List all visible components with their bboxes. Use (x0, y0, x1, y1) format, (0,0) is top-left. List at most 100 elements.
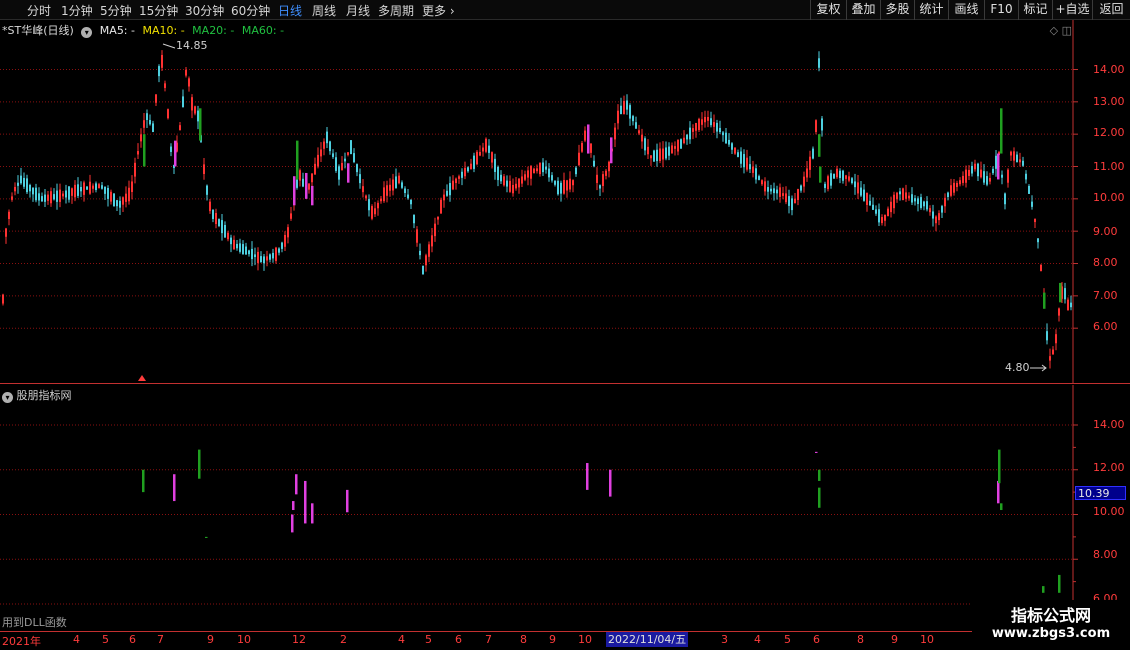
candle-body (914, 198, 916, 202)
x-tick-label: 6 (455, 633, 462, 646)
candle-body (113, 193, 115, 207)
period-tab-60min[interactable]: 60分钟 (231, 2, 270, 19)
candle-body (902, 188, 904, 201)
candle-body (557, 180, 559, 195)
candle-body (764, 181, 766, 192)
candle-body (806, 168, 808, 178)
x-tick-label: 9 (549, 633, 556, 646)
f10-button[interactable]: F10 (984, 0, 1018, 20)
candle-body (779, 187, 781, 197)
candle-body (257, 251, 259, 263)
candle-body (659, 148, 661, 161)
candle-body (776, 189, 778, 194)
multi-stock-button[interactable]: 多股 (880, 0, 914, 20)
candle-body (416, 229, 418, 243)
candle-body (140, 134, 142, 142)
candle-body (947, 192, 949, 198)
candle-body (170, 146, 172, 152)
candle-body (329, 141, 331, 152)
candle-body (782, 193, 784, 196)
period-tab-more[interactable]: 更多 › (422, 2, 455, 19)
candle-body (644, 138, 646, 151)
candle-body (575, 167, 577, 175)
candle-body (860, 187, 862, 196)
candle-body (962, 175, 964, 183)
ind-y-tick-label: 12.00 (1093, 461, 1125, 474)
candle-body (512, 184, 514, 194)
overlay-button[interactable]: 叠加 (846, 0, 880, 20)
period-tab-monthly[interactable]: 月线 (346, 2, 370, 19)
candle-body (284, 234, 286, 247)
candle-body (53, 194, 55, 200)
period-tab-30min[interactable]: 30分钟 (185, 2, 224, 19)
candle-body (851, 178, 853, 184)
period-tab-5min[interactable]: 5分钟 (100, 2, 132, 19)
period-tab-fenshi[interactable]: 分时 (27, 2, 51, 19)
candle-body (1067, 299, 1069, 311)
candle-body (476, 151, 478, 165)
main-kline-chart[interactable]: *ST华峰(日线) ▾ MA5: - MA10: - MA20: - MA60:… (0, 20, 1130, 384)
x-tick-label: 4 (73, 633, 80, 646)
candle-body (1058, 308, 1060, 316)
chart-layout-controls[interactable]: ◇ ◫ (1050, 24, 1072, 37)
candle-body (8, 211, 10, 219)
candle-body (116, 200, 118, 207)
candle-body (596, 174, 598, 183)
candle-body (701, 119, 703, 125)
candle-body (992, 168, 994, 174)
signal-bar (347, 163, 350, 183)
candle-body (695, 122, 697, 131)
candle-body (254, 254, 256, 258)
restore-rights-button[interactable]: 复权 (810, 0, 846, 20)
statistics-button[interactable]: 统计 (914, 0, 948, 20)
candle-body (350, 140, 352, 155)
indicator-chart[interactable]: ▾ 股朋指标网 14.00 12.00 10.00 8.00 6.00 用到DL… (0, 385, 1130, 630)
candle-body (986, 176, 988, 185)
candle-body (737, 152, 739, 157)
candle-body (17, 182, 19, 186)
candle-body (812, 148, 814, 159)
candle-body (251, 248, 253, 260)
y-tick-label: 11.00 (1093, 160, 1125, 173)
candle-body (362, 186, 364, 193)
main-chart-header: *ST华峰(日线) ▾ MA5: - MA10: - MA20: - MA60:… (2, 22, 288, 38)
candle-body (425, 255, 427, 266)
x-tick-label: 8 (520, 633, 527, 646)
candle-body (950, 185, 952, 196)
period-tab-1min[interactable]: 1分钟 (61, 2, 93, 19)
signal-bar (610, 137, 613, 164)
candle-body (734, 147, 736, 154)
candle-body (980, 169, 982, 178)
candle-body (722, 132, 724, 136)
candle-body (563, 179, 565, 194)
x-tick-label: 9 (891, 633, 898, 646)
chevron-down-icon[interactable]: ▾ (2, 392, 13, 403)
draw-line-button[interactable]: 画线 (948, 0, 984, 20)
mark-button[interactable]: 标记 (1018, 0, 1052, 20)
period-tab-multi[interactable]: 多周期 (378, 2, 414, 19)
candle-body (752, 166, 754, 173)
signal-bar (296, 140, 299, 180)
candle-body (686, 134, 688, 140)
candle-body (995, 155, 997, 169)
candle-body (2, 294, 4, 304)
candle-body (662, 148, 664, 160)
ma5-label: MA5: - (99, 24, 135, 37)
candle-body (692, 128, 694, 132)
candle-body (1049, 356, 1051, 361)
period-tab-daily[interactable]: 日线 (278, 2, 302, 19)
candle-body (827, 176, 829, 190)
period-tab-15min[interactable]: 15分钟 (139, 2, 178, 19)
back-button[interactable]: 返回 (1092, 0, 1130, 20)
candle-body (797, 189, 799, 200)
candle-body (128, 187, 130, 202)
candle-body (836, 168, 838, 178)
candle-body (590, 143, 592, 153)
candle-body (800, 185, 802, 191)
x-tick-label: 2 (340, 633, 347, 646)
candle-body (371, 206, 373, 219)
add-watchlist-button[interactable]: +自选 (1052, 0, 1092, 20)
period-tab-weekly[interactable]: 周线 (312, 2, 336, 19)
candle-body (326, 131, 328, 144)
candle-body (185, 69, 187, 76)
